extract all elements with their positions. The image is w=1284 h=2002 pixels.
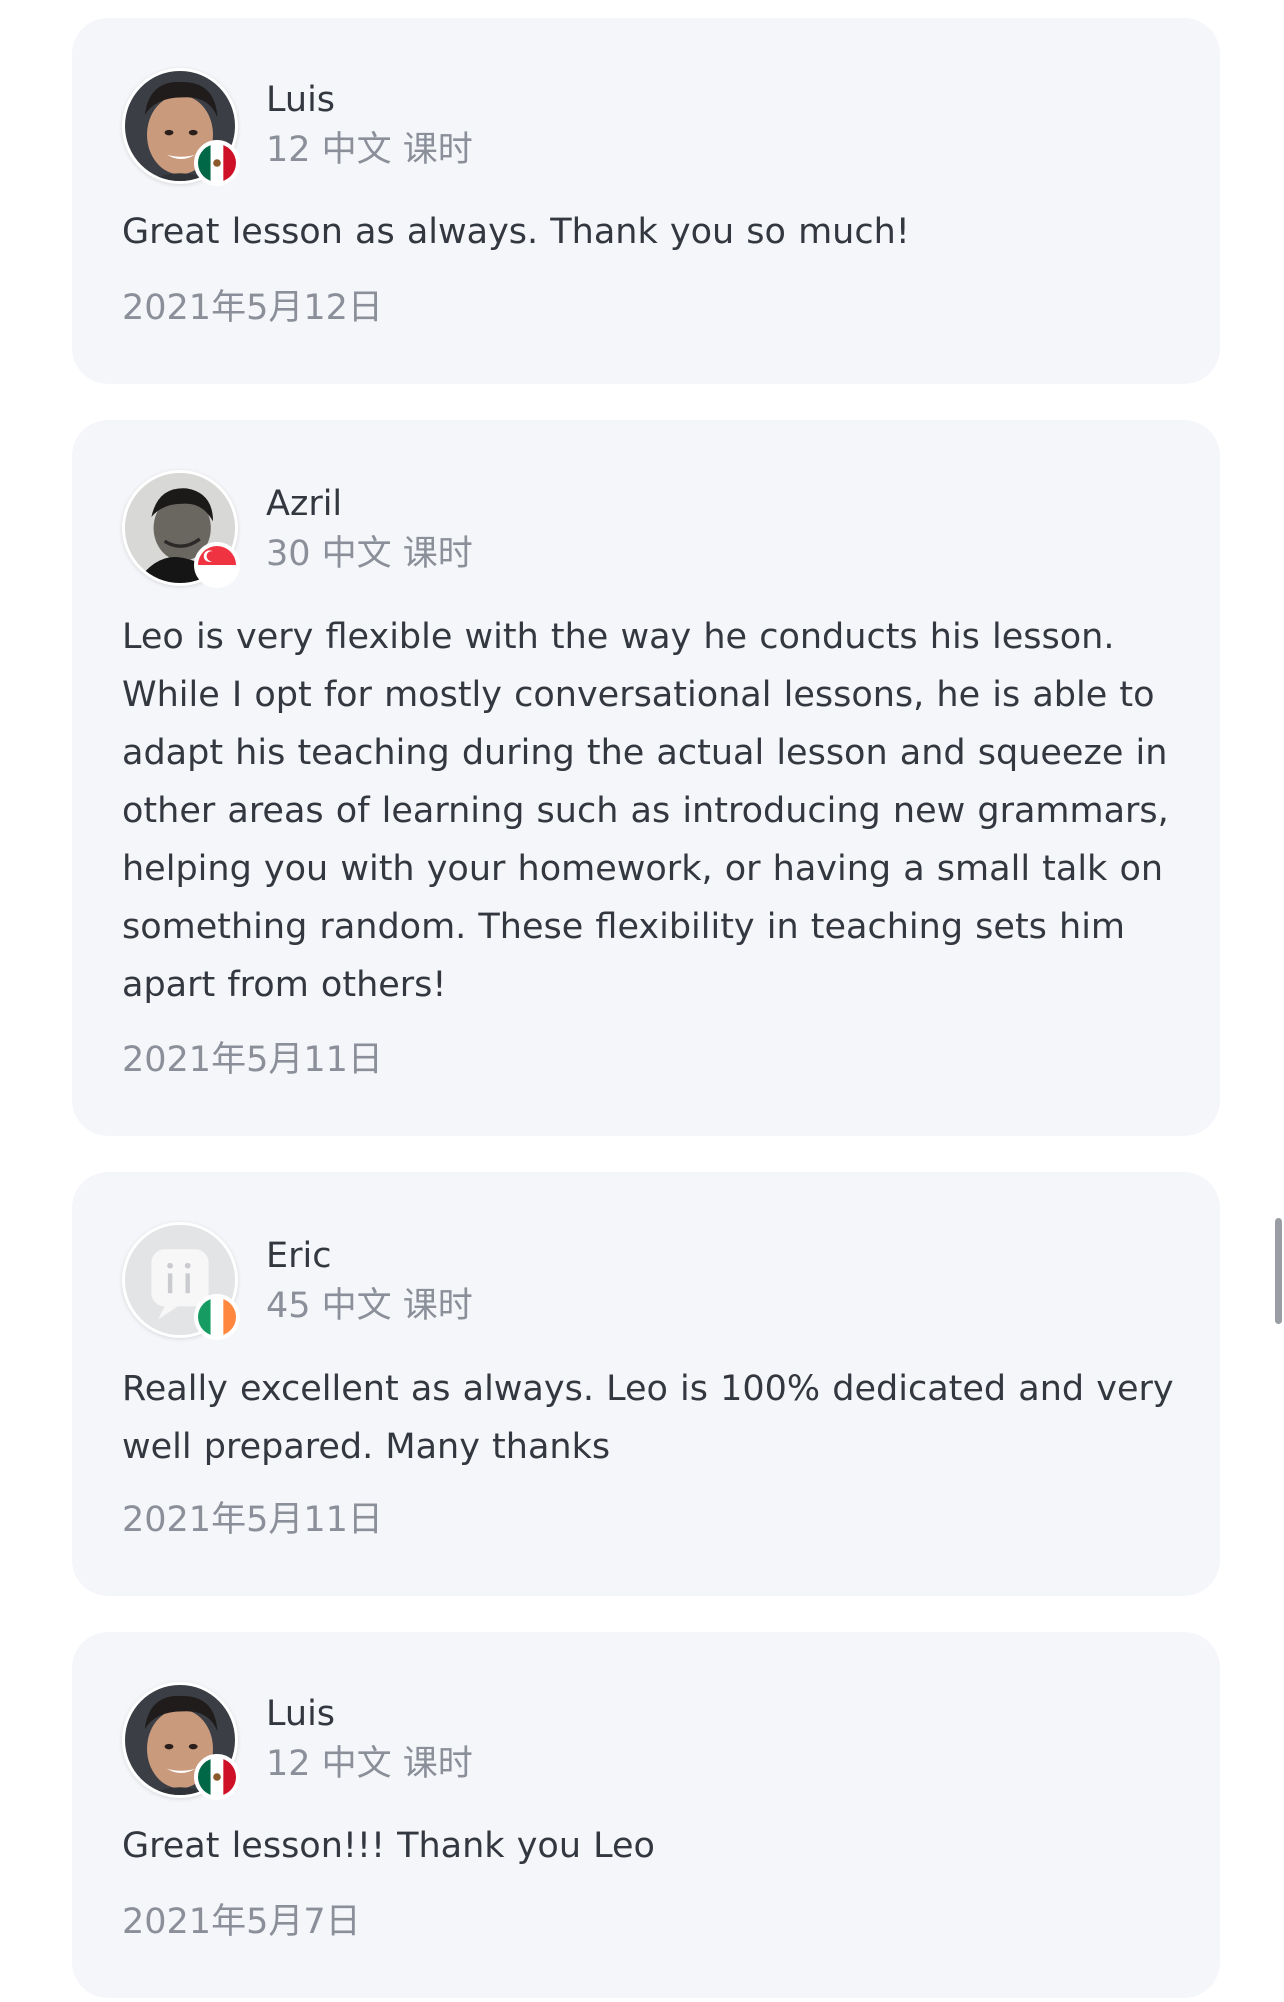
reviewer-avatar[interactable] <box>122 1682 240 1800</box>
lesson-count: 45 中文 课时 <box>266 1286 473 1326</box>
singapore-flag-icon <box>194 542 240 588</box>
review-date: 2021年5月11日 <box>122 1040 383 1080</box>
review-card: Eric 45 中文 课时 Really excellent as always… <box>72 1172 1220 1596</box>
review-date: 2021年5月7日 <box>122 1902 361 1942</box>
mexico-flag-icon <box>194 1754 240 1800</box>
lesson-count: 12 中文 课时 <box>266 1744 473 1784</box>
review-card: Luis 12 中文 课时 Great lesson!!! Thank you … <box>72 1632 1220 1998</box>
review-card: Luis 12 中文 课时 Great lesson as always. Th… <box>72 18 1220 384</box>
reviewer-avatar[interactable] <box>122 68 240 186</box>
review-text: Great lesson as always. Thank you so muc… <box>122 212 910 252</box>
reviewer-name[interactable]: Luis <box>266 78 335 122</box>
reviewer-name[interactable]: Eric <box>266 1234 331 1278</box>
review-text: Great lesson!!! Thank you Leo <box>122 1826 655 1866</box>
mexico-flag-icon <box>194 140 240 186</box>
review-date: 2021年5月11日 <box>122 1500 383 1540</box>
lesson-count: 30 中文 课时 <box>266 534 473 574</box>
reviewer-avatar[interactable] <box>122 1222 240 1340</box>
ireland-flag-icon <box>194 1294 240 1340</box>
reviewer-name[interactable]: Luis <box>266 1692 335 1736</box>
review-text: Leo is very flexible with the way he con… <box>122 617 1169 1005</box>
review-date: 2021年5月12日 <box>122 288 383 328</box>
lesson-count: 12 中文 课时 <box>266 130 473 170</box>
review-card: Azril 30 中文 课时 Leo is very flexible with… <box>72 420 1220 1136</box>
reviewer-name[interactable]: Azril <box>266 482 342 526</box>
scrollbar-thumb[interactable] <box>1275 1218 1282 1324</box>
reviewer-avatar[interactable] <box>122 470 240 588</box>
review-text: Really excellent as always. Leo is 100% … <box>122 1369 1174 1467</box>
